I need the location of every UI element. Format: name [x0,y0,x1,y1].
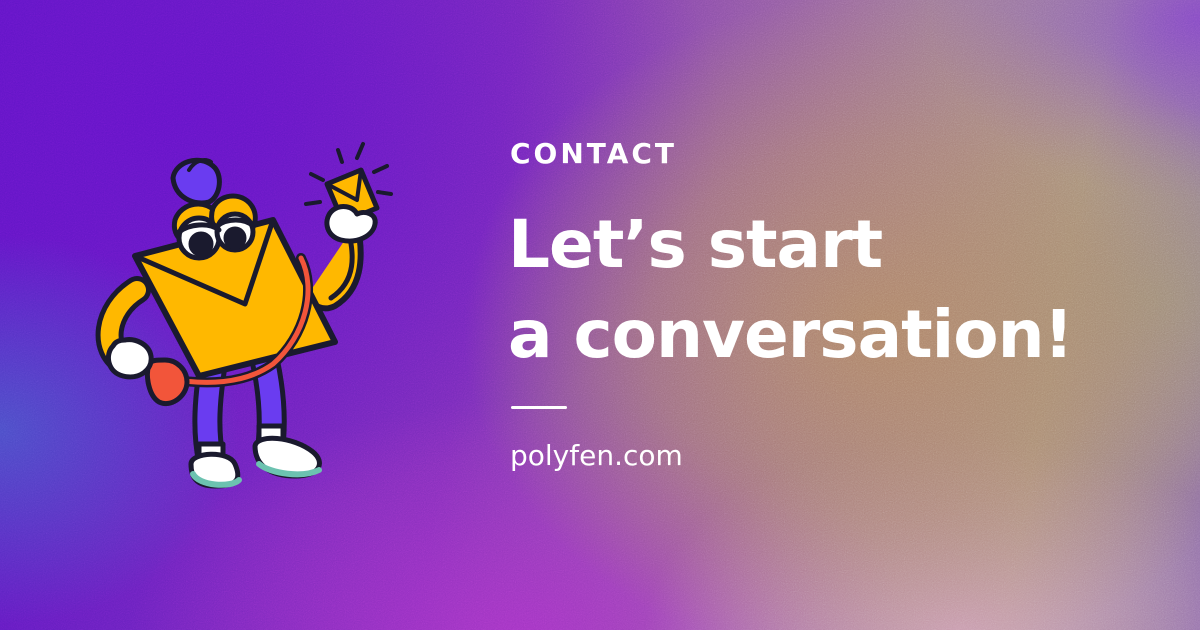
page-title: Let’s start a conversation! [508,200,1168,380]
envelope-mascot-icon [95,142,393,489]
section-label: CONTACT [510,137,678,170]
contact-card: CONTACT Let’s start a conversation! poly… [0,0,1200,630]
page-title-line-2: a conversation! [508,296,1074,373]
page-title-line-1: Let’s start [508,206,883,283]
divider [511,406,567,409]
website-url: polyfen.com [510,439,683,472]
